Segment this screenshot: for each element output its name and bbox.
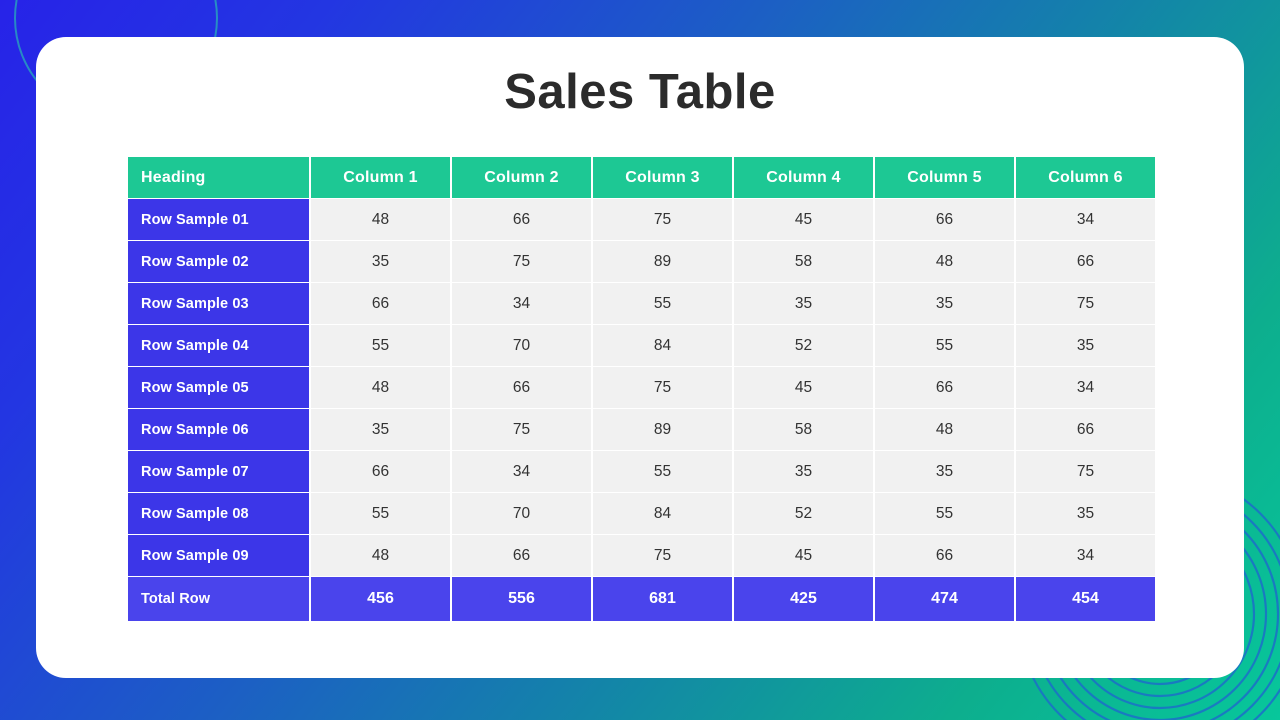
table-cell: 35	[875, 451, 1014, 492]
table-cell: 75	[1016, 451, 1155, 492]
table-cell: 34	[1016, 535, 1155, 576]
row-label: Row Sample 06	[128, 409, 309, 450]
total-cell: 425	[734, 577, 873, 621]
row-label: Row Sample 07	[128, 451, 309, 492]
table-cell: 34	[452, 451, 591, 492]
table-cell: 55	[593, 283, 732, 324]
table-cell: 48	[311, 367, 450, 408]
table-cell: 34	[1016, 367, 1155, 408]
table-cell: 66	[875, 199, 1014, 240]
row-label: Row Sample 02	[128, 241, 309, 282]
slide-canvas: Sales Table Heading Column 1 Column 2 Co…	[0, 0, 1280, 720]
row-label: Row Sample 04	[128, 325, 309, 366]
table-row[interactable]: Row Sample 07 66 34 55 35 35 75	[128, 451, 1155, 492]
table-total-row[interactable]: Total Row 456 556 681 425 474 454	[128, 577, 1155, 621]
table-cell: 66	[1016, 409, 1155, 450]
table-cell: 66	[452, 199, 591, 240]
table-cell: 52	[734, 493, 873, 534]
column-header-5[interactable]: Column 5	[875, 157, 1014, 198]
table-cell: 89	[593, 409, 732, 450]
total-cell: 556	[452, 577, 591, 621]
total-cell: 454	[1016, 577, 1155, 621]
table-cell: 75	[593, 367, 732, 408]
table-row[interactable]: Row Sample 08 55 70 84 52 55 35	[128, 493, 1155, 534]
total-row-label: Total Row	[128, 577, 309, 621]
table-cell: 75	[593, 535, 732, 576]
column-header-1[interactable]: Column 1	[311, 157, 450, 198]
sales-table: Heading Column 1 Column 2 Column 3 Colum…	[126, 156, 1157, 622]
table-cell: 35	[1016, 325, 1155, 366]
table-cell: 35	[311, 409, 450, 450]
row-label: Row Sample 03	[128, 283, 309, 324]
table-cell: 45	[734, 367, 873, 408]
table-row[interactable]: Row Sample 04 55 70 84 52 55 35	[128, 325, 1155, 366]
table-row[interactable]: Row Sample 05 48 66 75 45 66 34	[128, 367, 1155, 408]
table-cell: 34	[1016, 199, 1155, 240]
table-cell: 48	[311, 535, 450, 576]
table-cell: 58	[734, 241, 873, 282]
table-cell: 35	[734, 283, 873, 324]
table-cell: 70	[452, 493, 591, 534]
table-header-row: Heading Column 1 Column 2 Column 3 Colum…	[128, 157, 1155, 198]
row-label: Row Sample 05	[128, 367, 309, 408]
total-cell: 456	[311, 577, 450, 621]
table-row[interactable]: Row Sample 09 48 66 75 45 66 34	[128, 535, 1155, 576]
table-cell: 66	[875, 535, 1014, 576]
table-cell: 35	[734, 451, 873, 492]
row-label: Row Sample 08	[128, 493, 309, 534]
table-row[interactable]: Row Sample 06 35 75 89 58 48 66	[128, 409, 1155, 450]
column-header-4[interactable]: Column 4	[734, 157, 873, 198]
table-cell: 48	[311, 199, 450, 240]
table-cell: 75	[593, 199, 732, 240]
table-cell: 45	[734, 199, 873, 240]
table-cell: 45	[734, 535, 873, 576]
column-header-3[interactable]: Column 3	[593, 157, 732, 198]
table-cell: 84	[593, 325, 732, 366]
table-cell: 66	[311, 283, 450, 324]
row-label: Row Sample 09	[128, 535, 309, 576]
column-header-6[interactable]: Column 6	[1016, 157, 1155, 198]
table-cell: 66	[1016, 241, 1155, 282]
page-title: Sales Table	[504, 65, 776, 119]
row-label: Row Sample 01	[128, 199, 309, 240]
total-cell: 474	[875, 577, 1014, 621]
table-cell: 75	[1016, 283, 1155, 324]
table-cell: 84	[593, 493, 732, 534]
table-cell: 35	[311, 241, 450, 282]
table-cell: 34	[452, 283, 591, 324]
table-cell: 48	[875, 409, 1014, 450]
column-header-heading[interactable]: Heading	[128, 157, 309, 198]
table-body: Row Sample 01 48 66 75 45 66 34 Row Samp…	[128, 199, 1155, 621]
table-row[interactable]: Row Sample 01 48 66 75 45 66 34	[128, 199, 1155, 240]
table-cell: 52	[734, 325, 873, 366]
table-cell: 55	[875, 493, 1014, 534]
table-cell: 35	[875, 283, 1014, 324]
table-cell: 89	[593, 241, 732, 282]
table-row[interactable]: Row Sample 03 66 34 55 35 35 75	[128, 283, 1155, 324]
table-header: Heading Column 1 Column 2 Column 3 Colum…	[128, 157, 1155, 198]
table-cell: 58	[734, 409, 873, 450]
table-cell: 55	[593, 451, 732, 492]
table-cell: 75	[452, 409, 591, 450]
table-cell: 55	[311, 325, 450, 366]
table-cell: 55	[875, 325, 1014, 366]
table-cell: 70	[452, 325, 591, 366]
table-cell: 55	[311, 493, 450, 534]
table-cell: 66	[452, 367, 591, 408]
total-cell: 681	[593, 577, 732, 621]
table-cell: 75	[452, 241, 591, 282]
sales-table-container: Heading Column 1 Column 2 Column 3 Colum…	[126, 156, 1155, 622]
table-cell: 66	[452, 535, 591, 576]
table-cell: 35	[1016, 493, 1155, 534]
column-header-2[interactable]: Column 2	[452, 157, 591, 198]
content-card: Sales Table Heading Column 1 Column 2 Co…	[36, 37, 1244, 678]
table-row[interactable]: Row Sample 02 35 75 89 58 48 66	[128, 241, 1155, 282]
table-cell: 48	[875, 241, 1014, 282]
table-cell: 66	[875, 367, 1014, 408]
table-cell: 66	[311, 451, 450, 492]
